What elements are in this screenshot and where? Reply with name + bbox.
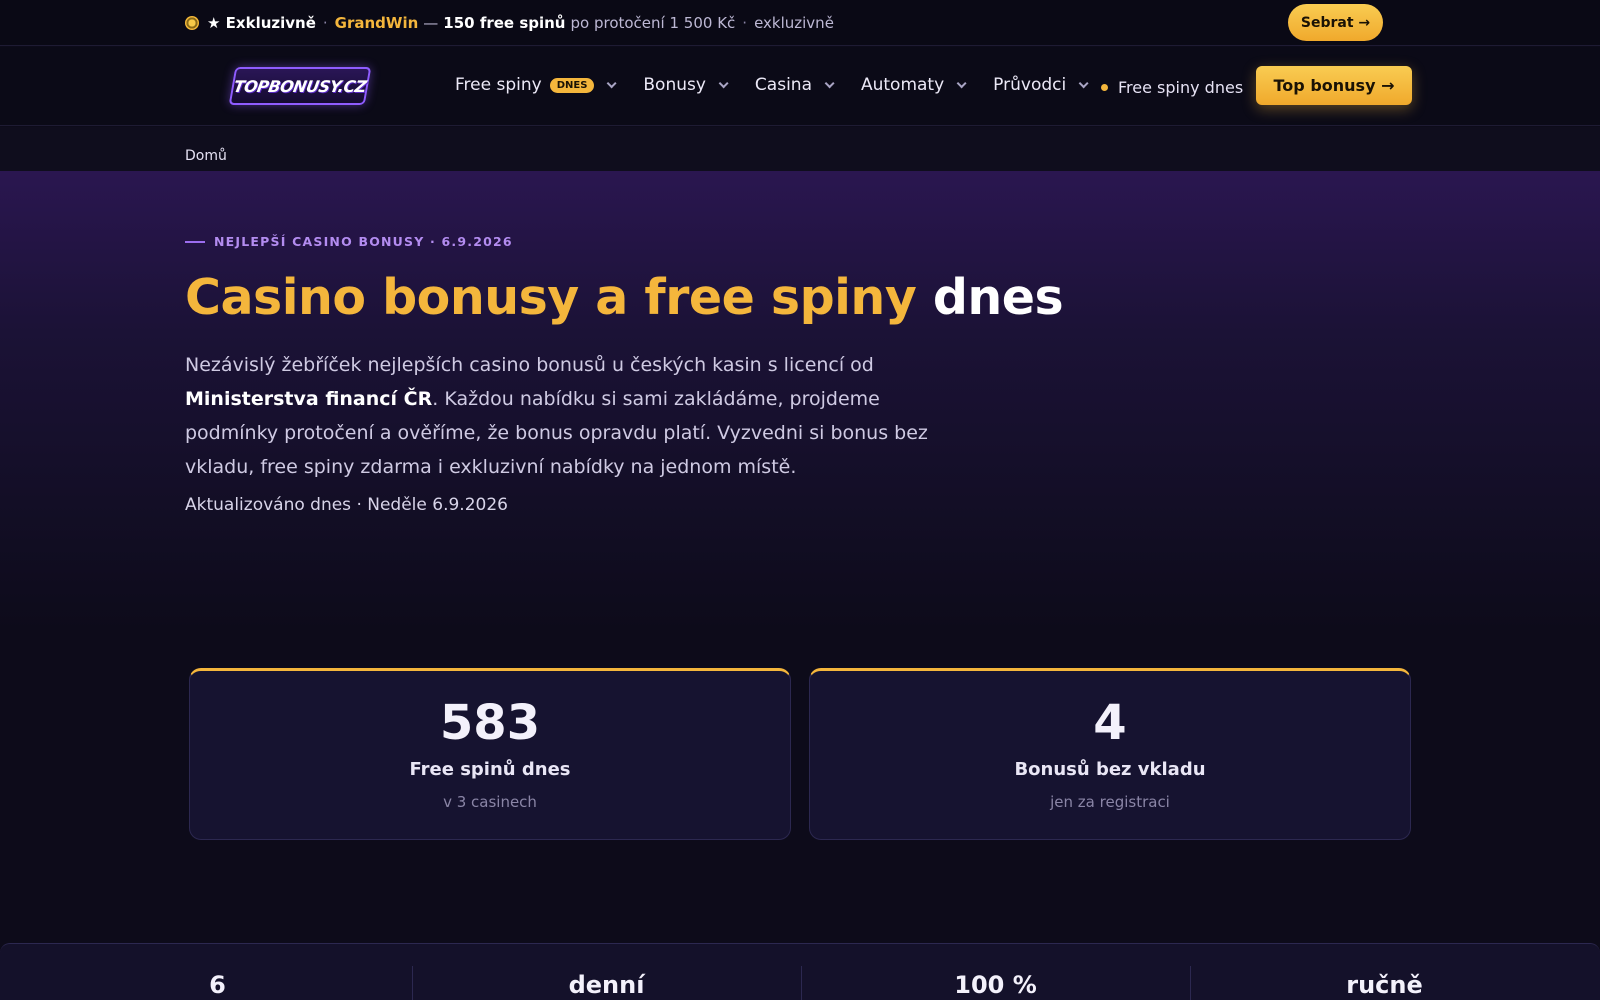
promo-separator: · xyxy=(322,14,328,32)
stat-cell: denní xyxy=(412,944,801,1000)
promo-exclusive: ★ Exkluzivně xyxy=(207,14,316,32)
nav-item-label: Průvodci xyxy=(993,75,1067,95)
nav-item-bonusy[interactable]: Bonusy xyxy=(643,75,729,95)
eyebrow-text: NEJLEPŠÍ CASINO BONUSY · 6.9.2026 xyxy=(214,234,513,249)
nav-item-label: Bonusy xyxy=(643,75,706,95)
stat-card-label: Bonusů bez vkladu xyxy=(1014,759,1206,780)
hero-eyebrow: NEJLEPŠÍ CASINO BONUSY · 6.9.2026 xyxy=(185,234,513,249)
title-accent: Casino bonusy a free spiny xyxy=(185,269,917,326)
stat-value: ručně xyxy=(1346,971,1423,999)
stat-cell: ručně xyxy=(1190,944,1579,1000)
stat-cell: 6 xyxy=(23,944,412,1000)
stat-card-sub: v 3 casinech xyxy=(443,793,537,811)
today-link-label: Free spiny dnes xyxy=(1118,78,1244,97)
chevron-down-icon xyxy=(824,77,835,88)
stats-strip: 6 denní 100 % ručně xyxy=(0,943,1600,1000)
chevron-down-icon xyxy=(607,77,617,88)
stat-card-no-deposit: 4 Bonusů bez vkladu jen za registraci xyxy=(809,668,1411,840)
promo-dash: — xyxy=(423,14,439,32)
nav-item-label: Automaty xyxy=(860,75,945,95)
stat-card-free-spins: 583 Free spinů dnes v 3 casinech xyxy=(189,668,791,840)
stat-card-label: Free spinů dnes xyxy=(409,759,571,780)
chevron-down-icon xyxy=(956,77,967,88)
stat-value: 6 xyxy=(209,971,226,999)
nav-menu: Free spiny DNES Bonusy Casina Automaty P… xyxy=(455,75,1115,95)
free-spins-today-link[interactable]: Free spiny dnes xyxy=(1101,78,1243,97)
claim-button[interactable]: Sebrat → xyxy=(1288,4,1383,41)
stat-card-value: 4 xyxy=(1093,695,1127,751)
breadcrumb-home[interactable]: Domů xyxy=(185,148,227,164)
promo-strip: ★ Exkluzivně · GrandWin — 150 free spinů… xyxy=(0,0,1600,46)
promo-brand[interactable]: GrandWin xyxy=(335,14,419,32)
nav-item-pruvodci[interactable]: Průvodci xyxy=(993,75,1089,95)
promo-separator-2: · xyxy=(742,14,748,32)
nav-item-casina[interactable]: Casina xyxy=(754,75,835,95)
promo-spins: 150 free spinů xyxy=(443,14,566,32)
breadcrumb-bar: Domů xyxy=(0,127,1600,171)
page-title: Casino bonusy a free spiny dnes xyxy=(185,269,1064,326)
stat-cell: 100 % xyxy=(801,944,1190,1000)
nav-item-label: Casina xyxy=(754,75,812,95)
eyebrow-line xyxy=(185,240,205,243)
nav-item-label: Free spiny xyxy=(455,75,542,95)
coin-icon xyxy=(185,16,199,30)
logo-text: TOPBONUSY.CZ xyxy=(232,76,368,96)
nav-item-automaty[interactable]: Automaty xyxy=(860,75,967,95)
chevron-down-icon xyxy=(1078,77,1089,88)
hero-description: Nezávislý žebříček nejlepších casino bon… xyxy=(185,348,975,484)
desc-bold: Ministerstva financí ČR xyxy=(185,388,433,410)
stat-value: 100 % xyxy=(954,971,1037,999)
promo-condition: po protočení 1 500 Kč xyxy=(570,14,736,32)
hero-section: NEJLEPŠÍ CASINO BONUSY · 6.9.2026 Casino… xyxy=(0,171,1600,631)
stat-card-sub: jen za registraci xyxy=(1050,793,1170,811)
site-logo[interactable]: TOPBONUSY.CZ xyxy=(228,67,372,105)
stat-card-value: 583 xyxy=(439,695,541,751)
nav-item-free-spiny[interactable]: Free spiny DNES xyxy=(455,75,617,95)
desc-part-1: Nezávislý žebříček nejlepších casino bon… xyxy=(185,354,874,376)
main-navbar: TOPBONUSY.CZ Free spiny DNES Bonusy Casi… xyxy=(0,47,1600,126)
today-badge: DNES xyxy=(549,77,595,93)
stat-value: denní xyxy=(568,971,645,999)
chevron-down-icon xyxy=(718,77,729,88)
promo-text: ★ Exkluzivně · GrandWin — 150 free spinů… xyxy=(185,14,834,32)
top-bonus-button[interactable]: Top bonusy → xyxy=(1256,66,1412,105)
title-plain: dnes xyxy=(932,269,1064,326)
dot-icon xyxy=(1101,84,1108,91)
promo-tail: exkluzivně xyxy=(754,14,834,32)
updated-date: Aktualizováno dnes · Neděle 6.9.2026 xyxy=(185,495,508,515)
